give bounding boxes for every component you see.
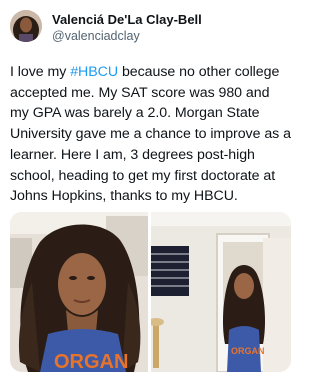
- tweet-header: Valenciá De'La Clay-Bell @valenciadclay: [10, 10, 290, 46]
- shirt-text-right: ORGAN: [231, 346, 265, 356]
- media-grid: ORGAN ORGAN: [10, 212, 291, 372]
- shirt-text-left: ORGAN: [54, 351, 128, 372]
- user-handle[interactable]: @valenciadclay: [52, 28, 290, 44]
- tweet-text-part2: because no other college accepted me. My…: [10, 64, 291, 205]
- photo-selfie[interactable]: ORGAN: [10, 212, 148, 372]
- author-names: Valenciá De'La Clay-Bell @valenciadclay: [52, 12, 290, 44]
- tweet-text-part1: I love my: [10, 64, 71, 80]
- tweet-text: I love my #HBCU because no other college…: [10, 62, 292, 207]
- hashtag-link[interactable]: #HBCU: [70, 64, 118, 80]
- display-name[interactable]: Valenciá De'La Clay-Bell: [52, 12, 290, 28]
- photo-fullbody[interactable]: ORGAN: [151, 212, 291, 372]
- avatar[interactable]: [10, 10, 42, 42]
